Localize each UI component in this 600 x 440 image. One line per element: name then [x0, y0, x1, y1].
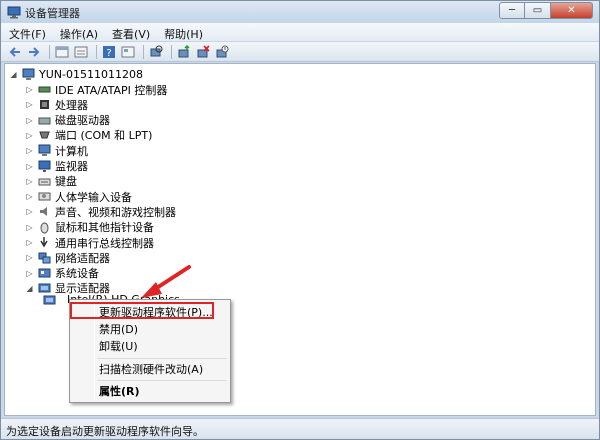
monitor-icon: [38, 160, 51, 173]
show-hidden-icon[interactable]: [120, 44, 136, 60]
title-bar: 设备管理器 ─ ▭ ✕: [1, 1, 599, 23]
usb-icon: [38, 236, 51, 249]
tree-item-label: IDE ATA/ATAPI 控制器: [55, 83, 168, 97]
tree-item-label: 系统设备: [55, 267, 99, 281]
processor-icon: [38, 98, 51, 111]
tree-item[interactable]: ▷ 人体学输入设备: [25, 189, 132, 204]
mouse-icon: [38, 221, 51, 234]
tree-item[interactable]: ▷ 声音、视频和游戏控制器: [25, 204, 176, 219]
expand-arrow-icon[interactable]: ▷: [25, 253, 34, 262]
tree-item[interactable]: ▷ 键盘: [25, 174, 77, 189]
disk-drive-icon: [38, 114, 51, 127]
tree-item[interactable]: ▷ 处理器: [25, 97, 88, 112]
collapse-arrow-icon[interactable]: ◢: [25, 284, 34, 293]
expand-arrow-icon[interactable]: ▷: [25, 100, 34, 109]
menu-disable[interactable]: 禁用(D): [97, 320, 138, 338]
tree-item-label: 网络适配器: [55, 251, 110, 265]
sound-icon: [38, 205, 51, 218]
system-device-icon: [38, 267, 51, 280]
forward-arrow-icon[interactable]: [26, 44, 42, 60]
computer-icon: [38, 144, 51, 157]
tree-item-label: 人体学输入设备: [55, 190, 132, 204]
display-adapter-icon: [43, 294, 56, 307]
menu-view[interactable]: 查看(V): [104, 23, 156, 41]
tree-item-label: 监视器: [55, 160, 88, 173]
menu-file[interactable]: 文件(F): [1, 23, 52, 41]
expand-arrow-icon[interactable]: ▷: [25, 146, 34, 155]
computer-icon: [22, 68, 35, 81]
expand-arrow-icon[interactable]: ▷: [25, 207, 34, 216]
tree-item[interactable]: ▷ 系统设备: [25, 266, 99, 281]
tree-item-label: 磁盘驱动器: [55, 114, 110, 128]
tree-item[interactable]: ▷ 计算机: [25, 143, 88, 158]
expand-arrow-icon[interactable]: ▷: [25, 85, 34, 94]
expand-arrow-icon[interactable]: ▷: [25, 131, 34, 140]
minimize-button[interactable]: ─: [499, 2, 525, 19]
uninstall-icon[interactable]: [195, 44, 211, 60]
back-arrow-icon[interactable]: [7, 44, 23, 60]
maximize-button[interactable]: ▭: [525, 2, 551, 19]
tree-item-label: 通用串行总线控制器: [55, 236, 154, 250]
tree-item-label: 端口 (COM 和 LPT): [55, 129, 153, 143]
close-button[interactable]: ✕: [551, 2, 593, 19]
status-text: 为选定设备启动更新驱动程序软件向导。: [6, 425, 204, 438]
svg-text:?: ?: [106, 48, 111, 59]
help-icon[interactable]: ?: [101, 44, 117, 60]
tree-root-label: YUN-01511011208: [39, 68, 143, 81]
tree-item-label: 键盘: [55, 175, 77, 189]
menu-properties[interactable]: 属性(R): [97, 382, 140, 400]
expand-arrow-icon[interactable]: ▷: [25, 116, 34, 125]
menu-scan-hardware[interactable]: 扫描检测硬件改动(A): [97, 360, 203, 378]
scan-hardware-icon[interactable]: [148, 44, 164, 60]
tree-item-label: 计算机: [55, 144, 88, 158]
tree-item[interactable]: ▷ 端口 (COM 和 LPT): [25, 128, 152, 143]
refresh-icon[interactable]: [73, 44, 89, 60]
menu-bar: 文件(F) 操作(A) 查看(V) 帮助(H): [1, 23, 599, 42]
menu-action[interactable]: 操作(A): [52, 23, 104, 41]
tree-item[interactable]: ▷ 磁盘驱动器: [25, 113, 110, 128]
properties-icon[interactable]: [54, 44, 70, 60]
network-icon: [38, 251, 51, 264]
tree-item-label: 鼠标和其他指针设备: [55, 221, 154, 235]
tree-item[interactable]: ▷ 网络适配器: [25, 250, 110, 265]
expand-arrow-icon[interactable]: ▷: [25, 269, 34, 278]
update-driver-icon[interactable]: [176, 44, 192, 60]
tree-item[interactable]: ▷ 监视器: [25, 159, 88, 174]
tree-item[interactable]: ▷ IDE ATA/ATAPI 控制器: [25, 82, 167, 97]
window-title: 设备管理器: [25, 7, 80, 20]
device-manager-icon: [7, 5, 21, 19]
highlight-box: [70, 302, 214, 319]
tree-item[interactable]: ▷ 通用串行总线控制器: [25, 235, 154, 250]
hid-icon: [38, 190, 51, 203]
expand-arrow-icon[interactable]: ▷: [25, 177, 34, 186]
toolbar: ?: [1, 42, 599, 62]
expand-arrow-icon[interactable]: ▷: [25, 192, 34, 201]
tree-root[interactable]: ◢ YUN-01511011208: [9, 67, 143, 82]
disable-icon[interactable]: [214, 44, 230, 60]
tree-item-label: 处理器: [55, 98, 88, 112]
ide-controller-icon: [38, 83, 51, 96]
expand-arrow-icon[interactable]: ▷: [25, 238, 34, 247]
menu-help[interactable]: 帮助(H): [156, 23, 209, 41]
keyboard-icon: [38, 175, 51, 188]
tree-item-label: 声音、视频和游戏控制器: [55, 205, 176, 219]
tree-child-row[interactable]: [43, 293, 60, 308]
expand-arrow-icon[interactable]: ▷: [25, 162, 34, 171]
status-bar: 为选定设备启动更新驱动程序软件向导。: [1, 418, 599, 439]
expand-arrow-icon[interactable]: ▷: [25, 223, 34, 232]
tree-item[interactable]: ▷ 鼠标和其他指针设备: [25, 220, 154, 235]
menu-uninstall[interactable]: 卸载(U): [97, 337, 138, 355]
port-icon: [38, 129, 51, 142]
collapse-arrow-icon[interactable]: ◢: [9, 70, 18, 79]
